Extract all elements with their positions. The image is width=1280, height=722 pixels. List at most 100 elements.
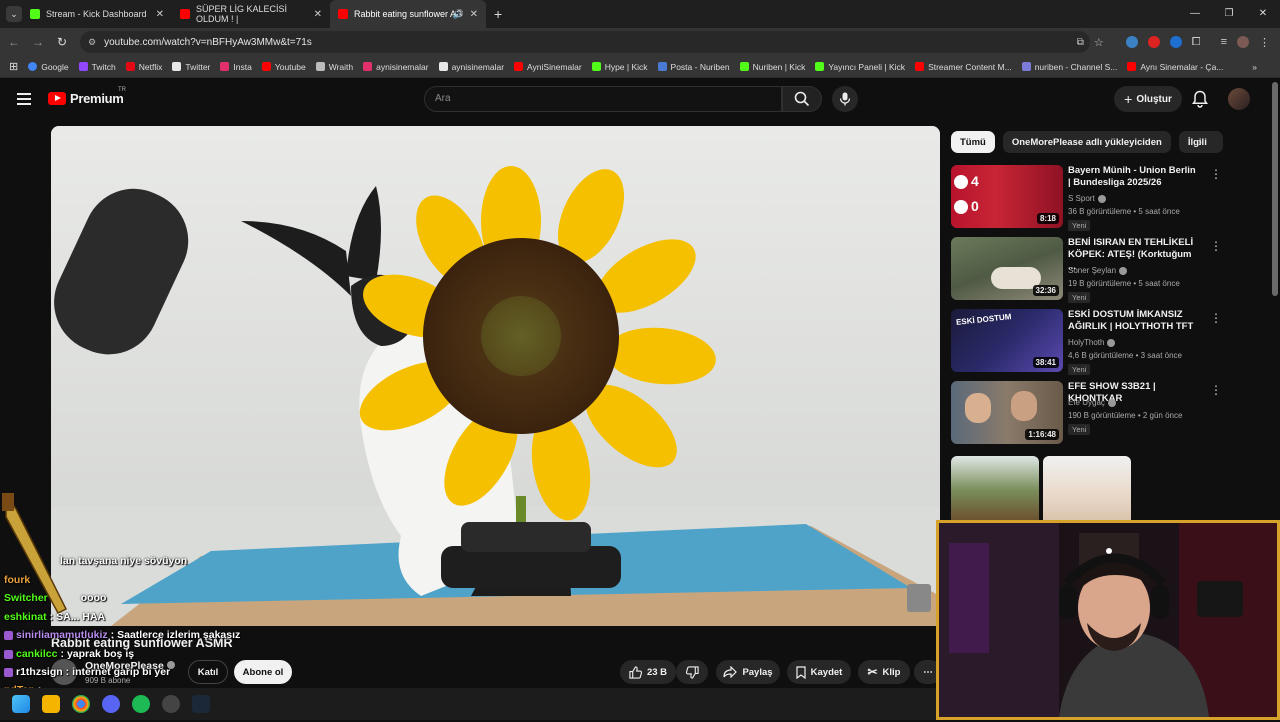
site-info-icon[interactable]: ⚙ [88,37,96,48]
bookmark-item[interactable]: aynisinemalar [434,62,509,72]
chip-all[interactable]: Tümü [951,131,995,153]
search-button[interactable] [782,86,822,112]
more-vertical-icon[interactable]: ⋮ [1210,383,1222,397]
short-thumbnail[interactable] [1043,456,1131,524]
voice-search-button[interactable] [832,86,858,112]
clip-button[interactable]: ✂ Klip [858,660,910,684]
close-tab-icon[interactable]: ✕ [314,9,322,20]
windows-start-icon[interactable] [12,695,30,713]
bookmark-label: aynisinemalar [451,61,505,72]
page-scrollbar[interactable] [1272,82,1278,296]
create-button[interactable]: + Oluştur [1114,86,1182,112]
obs-icon[interactable] [162,695,180,713]
recommendation-channel[interactable]: S Sport [1068,194,1106,203]
recommendation-title[interactable]: ESKİ DOSTUM İMKANSIZ AĞIRLIK | HOLYTHOTH… [1068,309,1198,333]
more-vertical-icon[interactable]: ⋮ [1210,311,1222,325]
more-vertical-icon[interactable]: ⋮ [1210,167,1222,181]
bookmark-label: aynisinemalar [376,61,429,72]
bookmark-item[interactable]: Insta [215,62,256,72]
thumbs-down-icon [685,665,699,679]
reload-icon[interactable]: ↻ [50,35,74,49]
bookmark-item[interactable]: nuriben - Channel S... [1017,62,1123,72]
profile-icon[interactable] [1237,36,1249,48]
maximize-icon[interactable]: ❐ [1212,0,1246,28]
apps-grid-icon[interactable]: ⊞ [4,60,23,73]
bookmark-label: Youtube [274,61,306,72]
bookmark-item[interactable]: Twitch [74,62,121,72]
browser-tab-youtube-active[interactable]: Rabbit eating sunflower AS 🔊 ✕ [330,0,486,28]
recommendation-channel[interactable]: HolyThoth [1068,338,1116,347]
speaker-icon[interactable]: 🔊 [453,9,464,20]
recommendation-channel[interactable]: Soner Şeylan [1068,266,1128,275]
search-input[interactable]: Ara [424,86,782,112]
save-button[interactable]: Kaydet [787,660,851,684]
bookmark-item[interactable]: Netflix [121,62,168,72]
account-avatar[interactable] [1228,88,1250,110]
file-explorer-icon[interactable] [42,695,60,713]
dislike-button[interactable] [676,660,708,684]
browser-tab-youtube-1[interactable]: SÜPER LİG KALECİSİ OLDUM ! | ✕ [172,0,330,28]
chrome-icon[interactable] [72,695,90,713]
recommendation-item[interactable]: 4 0 8:18 Bayern Münih - Union Berlin | B… [951,165,1263,231]
browser-tab-kick[interactable]: Stream - Kick Dashboard ✕ [22,0,172,28]
video-player[interactable] [51,126,940,626]
reading-list-icon[interactable]: ≡ [1221,36,1227,48]
chevron-right-icon[interactable]: › [1198,135,1202,149]
like-count: 23 B [646,666,668,678]
new-tab-icon[interactable]: + [494,6,502,22]
video-thumbnail[interactable]: 4 0 8:18 [951,165,1063,228]
recommendation-item[interactable]: 1:16:48 EFE SHOW S3B21 | KHONTKAR Efe Uy… [951,381,1263,447]
forward-icon[interactable]: → [26,35,50,49]
short-thumbnail[interactable] [951,456,1039,524]
recommendation-meta: 36 B görüntüleme • 5 saat önce [1068,207,1180,216]
extensions-puzzle-icon[interactable]: ⧠ [1192,36,1201,49]
video-thumbnail[interactable]: ESKİ DOSTUM 38:41 [951,309,1063,372]
notifications-bell-icon[interactable] [1192,90,1208,108]
extension-icon[interactable] [1147,36,1160,48]
bookmark-item[interactable]: Nuriben | Kick [735,62,811,72]
bookmark-item[interactable]: AyniSinemalar [509,62,587,72]
bookmark-item[interactable]: Streamer Content M... [910,62,1017,72]
new-badge: Yeni [1068,220,1091,231]
bookmark-item[interactable]: Yayıncı Paneli | Kick [810,62,910,72]
chat-badge-icon [4,667,13,677]
bookmark-item[interactable]: Hype | Kick [587,62,653,72]
share-button[interactable]: Paylaş [716,660,780,684]
chip-from-uploader[interactable]: OneMorePlease adlı yükleyiciden [1002,131,1171,153]
more-vertical-icon[interactable]: ⋮ [1210,239,1222,253]
install-app-icon[interactable]: ⧉ [1077,37,1084,48]
spotify-icon[interactable] [132,695,150,713]
video-thumbnail[interactable]: 32:36 [951,237,1063,300]
video-thumbnail[interactable]: 1:16:48 [951,381,1063,444]
steam-icon[interactable] [192,695,210,713]
close-tab-icon[interactable]: ✕ [470,9,478,20]
extension-icon[interactable] [1169,36,1182,48]
tab-search-icon[interactable]: ⌄ [6,6,22,22]
bookmark-item[interactable]: Wraith [311,62,358,72]
recommendation-title[interactable]: Bayern Münih - Union Berlin | Bundesliga… [1068,165,1198,189]
address-bar[interactable]: ⚙ youtube.com/watch?v=nBFHyAw3MMw&t=71s [80,31,1090,53]
more-bookmarks-icon[interactable]: » [1247,62,1262,72]
recommendation-item[interactable]: ESKİ DOSTUM 38:41 ESKİ DOSTUM İMKANSIZ A… [951,309,1263,375]
bookmark-star-icon[interactable]: ☆ [1094,36,1104,49]
back-icon[interactable]: ← [2,35,26,49]
hamburger-menu-icon[interactable] [17,93,31,105]
discord-icon[interactable] [102,695,120,713]
youtube-logo[interactable]: Premium [48,91,124,106]
bookmark-item[interactable]: Google [23,62,73,72]
bookmark-item[interactable]: Posta - Nuriben [653,62,735,72]
like-button[interactable]: 23 B [620,660,676,684]
recommendation-item[interactable]: 32:36 BENİ ISIRAN EN TEHLİKELİ KÖPEK: AT… [951,237,1263,303]
recommendation-channel[interactable]: Efe Uygaç [1068,398,1116,407]
bookmark-item[interactable]: Youtube [257,62,311,72]
bookmark-item[interactable]: Twitter [167,62,215,72]
toolbar-extensions: ⧉ ☆ ⧠ ≡ ⋮ [1077,28,1280,56]
close-tab-icon[interactable]: ✕ [156,9,164,20]
bookmark-item[interactable]: Aynı Sinemalar - Ça... [1122,62,1228,72]
close-window-icon[interactable]: ✕ [1246,0,1280,28]
video-duration: 38:41 [1032,357,1059,368]
minimize-icon[interactable]: — [1178,0,1212,28]
extension-icon[interactable] [1125,36,1138,48]
menu-kebab-icon[interactable]: ⋮ [1259,36,1270,49]
bookmark-item[interactable]: aynisinemalar [358,62,433,72]
